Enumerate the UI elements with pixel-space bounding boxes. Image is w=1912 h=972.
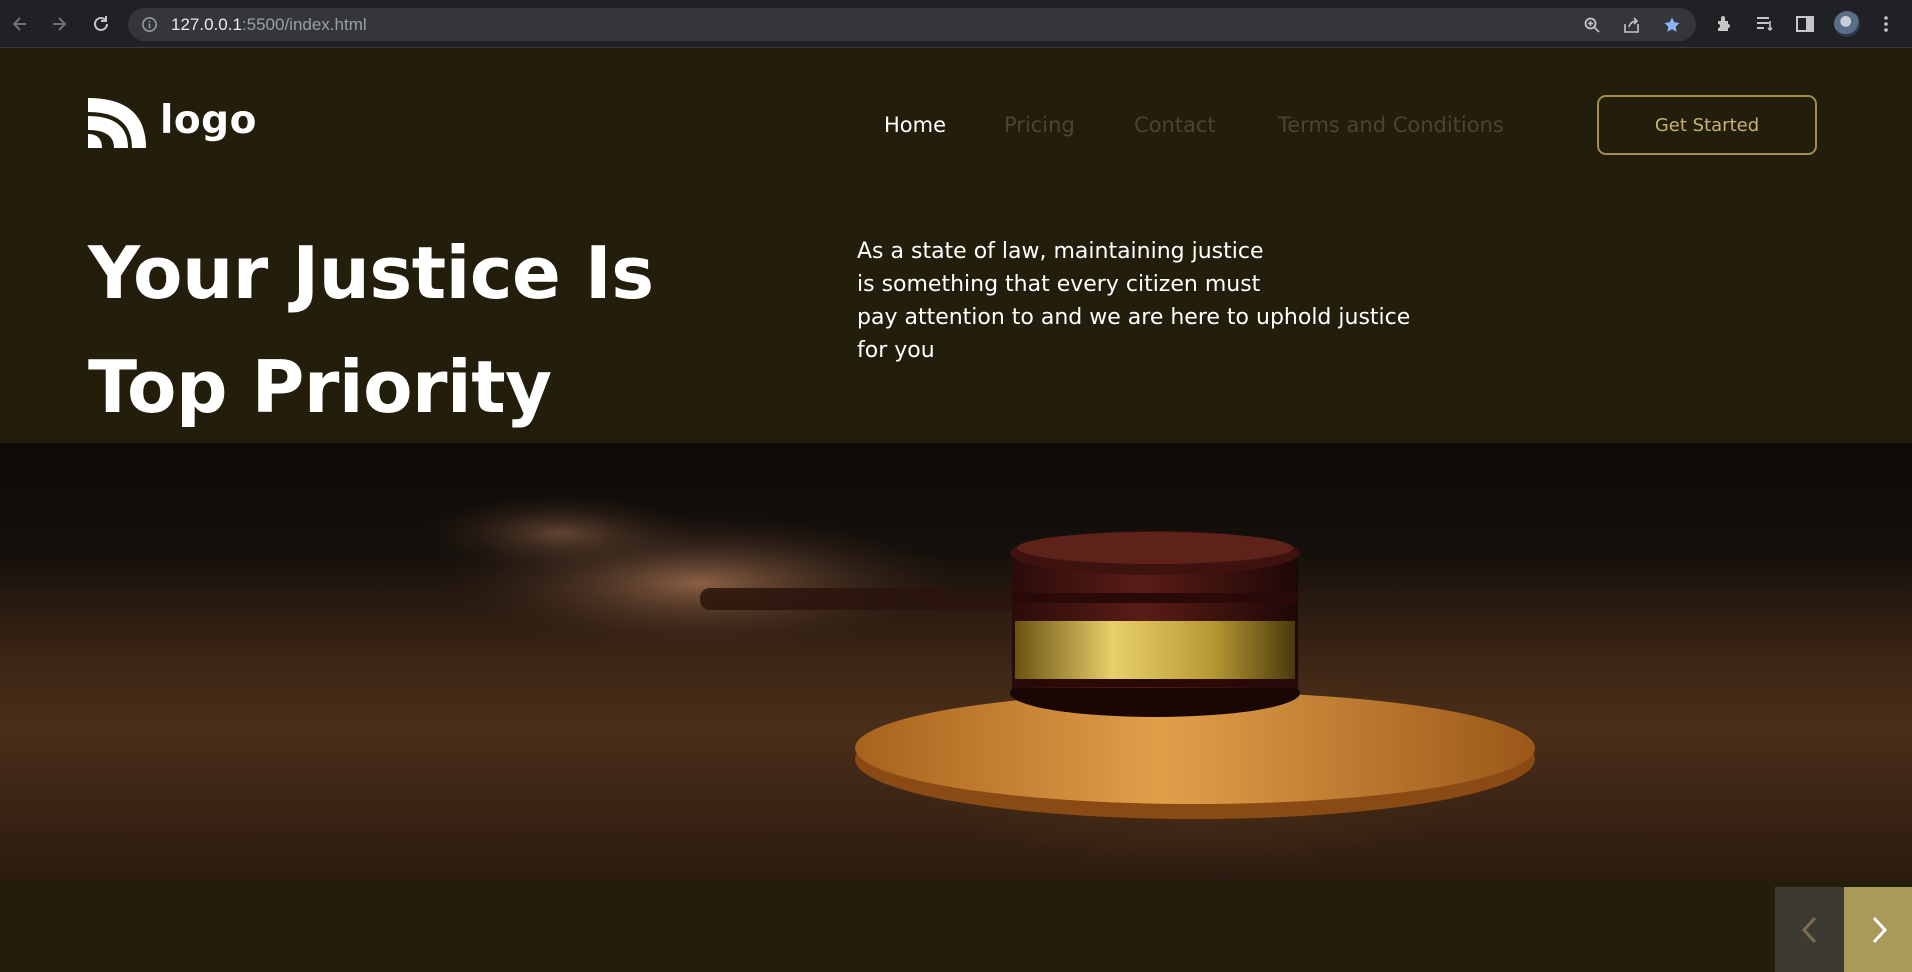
- nav-home[interactable]: Home: [884, 113, 946, 137]
- reload-icon[interactable]: [87, 10, 115, 38]
- hero-text-line-4: for you: [857, 338, 935, 363]
- hero-title: Your Justice Is Top Priority: [88, 216, 654, 444]
- extensions-icon[interactable]: [1714, 13, 1736, 35]
- hero-text-line-3: pay attention to and we are here to upho…: [857, 305, 1411, 330]
- site-logo[interactable]: logo: [88, 98, 257, 148]
- hero-gavel-image: [0, 443, 1912, 881]
- address-bar[interactable]: 127.0.0.1:5500/index.html: [128, 8, 1696, 41]
- profile-avatar[interactable]: [1834, 11, 1860, 37]
- url-text: 127.0.0.1:5500/index.html: [171, 15, 367, 34]
- logo-icon: [88, 98, 146, 148]
- side-panel-icon[interactable]: [1794, 13, 1816, 35]
- bookmark-star-icon[interactable]: [1663, 16, 1681, 34]
- get-started-button[interactable]: Get Started: [1597, 95, 1817, 155]
- chevron-right-icon: [1872, 916, 1887, 944]
- forward-icon[interactable]: [45, 10, 73, 38]
- hero-text-line-1: As a state of law, maintaining justice: [857, 239, 1264, 264]
- hero-title-line-2: Top Priority: [88, 345, 552, 429]
- slider-next-button[interactable]: [1844, 887, 1912, 972]
- info-icon[interactable]: [141, 16, 158, 33]
- zoom-icon[interactable]: [1583, 16, 1601, 34]
- nav-contact[interactable]: Contact: [1134, 113, 1216, 137]
- share-icon[interactable]: [1623, 16, 1641, 34]
- hero-title-line-1: Your Justice Is: [88, 231, 654, 315]
- reading-list-icon[interactable]: [1754, 13, 1776, 35]
- menu-kebab-icon[interactable]: [1875, 13, 1897, 35]
- nav-pricing[interactable]: Pricing: [1004, 113, 1075, 137]
- slider-prev-button[interactable]: [1775, 887, 1844, 972]
- chevron-left-icon: [1801, 916, 1816, 944]
- gavel-illustration: [420, 493, 1535, 819]
- logo-text: logo: [160, 97, 257, 143]
- landing-page: logo Home Pricing Contact Terms and Cond…: [0, 49, 1912, 972]
- slider-controls: [1775, 887, 1912, 972]
- nav-terms[interactable]: Terms and Conditions: [1278, 113, 1504, 137]
- hero-text-line-2: is something that every citizen must: [857, 272, 1261, 297]
- back-icon[interactable]: [6, 10, 34, 38]
- browser-toolbar: 127.0.0.1:5500/index.html: [0, 0, 1912, 48]
- hero-description: As a state of law, maintaining justice i…: [857, 235, 1457, 367]
